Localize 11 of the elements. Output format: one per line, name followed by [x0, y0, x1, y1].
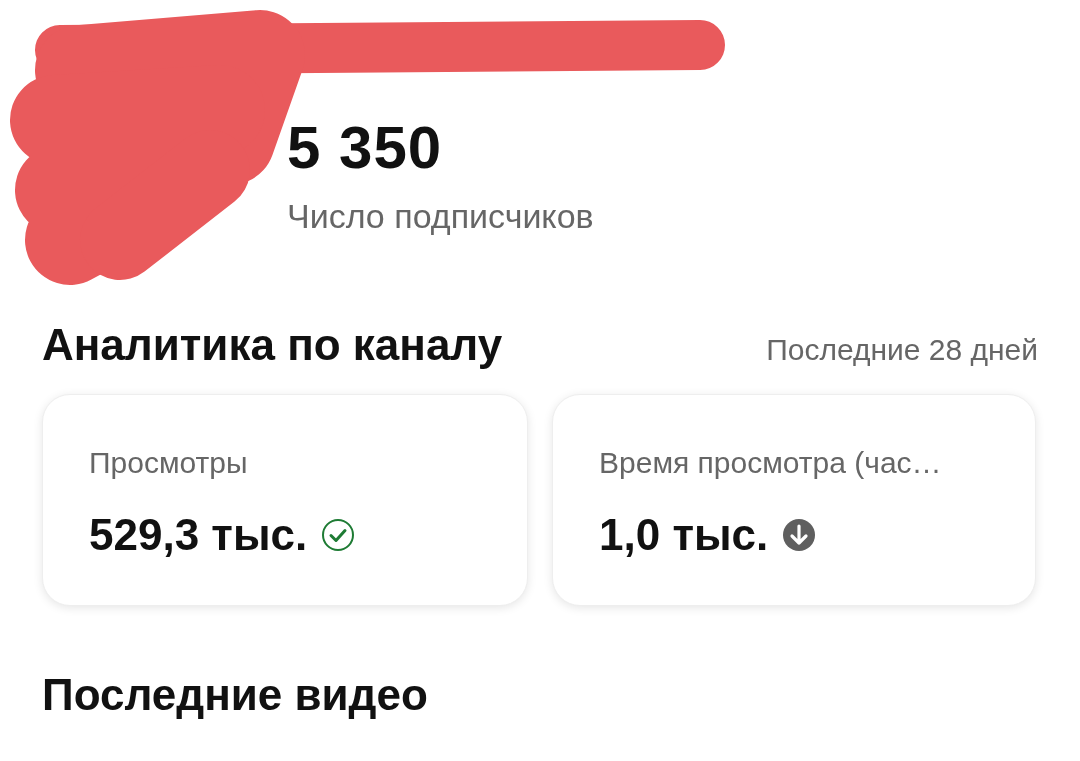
period-label: Последние 28 дней	[766, 333, 1038, 367]
metric-value: 1,0 тыс.	[599, 509, 769, 561]
subscriber-label: Число подписчиков	[287, 196, 595, 236]
section-title: Последние видео	[42, 669, 429, 721]
subscriber-count: 5 350	[287, 113, 444, 183]
metric-label: Время просмотра (час…	[599, 445, 943, 481]
metric-label: Просмотры	[89, 445, 249, 481]
section-title: Аналитика по каналу	[42, 319, 503, 371]
metric-value: 529,3 тыс.	[89, 509, 308, 561]
metric-card[interactable]: Просмотры 529,3 тыс.	[42, 394, 528, 606]
metric-card[interactable]: Время просмотра (час… 1,0 тыс.	[552, 394, 1036, 606]
